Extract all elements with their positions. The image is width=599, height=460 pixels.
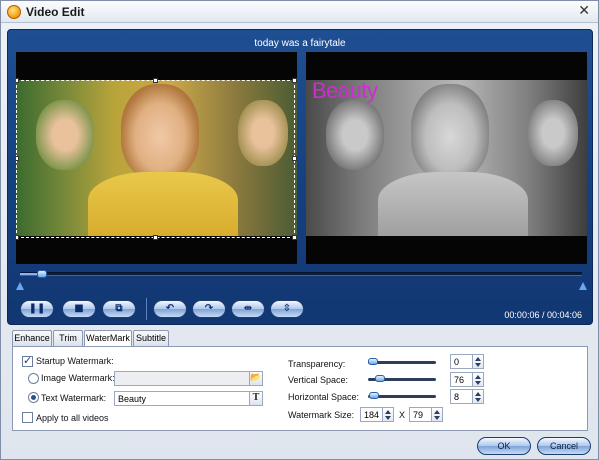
girl-figure-head — [411, 84, 489, 180]
watermark-panel: Startup Watermark: Image Watermark: 📂 Te… — [12, 346, 588, 431]
spin-up-icon[interactable] — [475, 357, 481, 361]
text-watermark-label: Text Watermark: — [41, 393, 107, 403]
image-watermark-path-input[interactable] — [114, 371, 250, 386]
flip-horizontal-button[interactable]: ⇹ — [231, 300, 265, 318]
snapshot-button[interactable]: ⧉ — [102, 300, 136, 318]
watermark-width-spinner[interactable] — [382, 407, 394, 422]
window-title: Video Edit — [26, 5, 85, 19]
vertical-space-slider-handle[interactable] — [374, 375, 385, 382]
text-watermark-input[interactable]: Beauty — [114, 391, 250, 406]
watermark-size-label: Watermark Size: — [288, 410, 355, 420]
trim-end-marker-icon[interactable] — [579, 282, 587, 290]
crop-handle-bottom-left[interactable] — [16, 235, 19, 240]
original-video-preview — [16, 52, 297, 264]
vertical-space-value-input[interactable]: 76 — [450, 372, 473, 387]
ok-button[interactable]: OK — [477, 437, 531, 455]
tab-watermark[interactable]: WaterMark — [84, 330, 132, 347]
flip-vertical-button[interactable]: ⇳ — [270, 300, 304, 318]
horizontal-space-slider-handle[interactable] — [369, 392, 380, 399]
rotate-right-button[interactable]: ↷ — [192, 300, 226, 318]
tab-subtitle[interactable]: Subtitle — [133, 330, 169, 346]
watermark-height-spinner[interactable] — [431, 407, 443, 422]
spin-down-icon[interactable] — [385, 416, 391, 420]
crop-selection-box[interactable] — [16, 78, 297, 240]
crop-handle-right[interactable] — [292, 156, 297, 161]
transparency-spinner[interactable] — [472, 354, 484, 369]
vertical-space-label: Vertical Space: — [288, 375, 349, 385]
startup-watermark-checkbox[interactable] — [22, 354, 33, 367]
horizontal-space-label: Horizontal Space: — [288, 392, 360, 402]
horizontal-space-spinner[interactable] — [472, 389, 484, 404]
tab-enhance[interactable]: Enhance — [12, 330, 52, 346]
rotate-right-icon: ↷ — [204, 303, 214, 314]
vertical-space-slider[interactable] — [368, 375, 436, 382]
spin-up-icon[interactable] — [475, 375, 481, 379]
transparency-slider[interactable] — [368, 358, 436, 365]
size-separator: X — [399, 410, 406, 420]
spin-down-icon[interactable] — [434, 416, 440, 420]
horizontal-space-value-input[interactable]: 8 — [450, 389, 473, 404]
pause-icon: ❚❚ — [28, 303, 46, 314]
watermark-width-input[interactable]: 184 — [360, 407, 383, 422]
pause-button[interactable]: ❚❚ — [20, 300, 54, 318]
transparency-label: Transparency: — [288, 359, 346, 369]
crop-handle-top[interactable] — [153, 78, 158, 83]
video-file-title: today was a fairytale — [254, 38, 346, 49]
font-settings-icon[interactable]: T — [249, 391, 263, 406]
preview-panel: today was a fairytale Beauty ❚❚ ■ ⧉ ↶ ↷ … — [7, 29, 593, 325]
spin-up-icon[interactable] — [434, 410, 440, 414]
spin-down-icon[interactable] — [475, 363, 481, 367]
background-child-right — [528, 100, 578, 166]
controls-divider — [146, 298, 147, 320]
flip-vertical-icon: ⇳ — [282, 303, 292, 314]
background-child-left — [326, 100, 384, 170]
spin-up-icon[interactable] — [475, 392, 481, 396]
stop-icon: ■ — [74, 303, 84, 314]
horizontal-space-slider[interactable] — [368, 392, 436, 399]
apply-all-label: Apply to all videos — [36, 413, 109, 423]
apply-all-checkbox[interactable] — [22, 412, 33, 423]
output-video-preview: Beauty — [306, 52, 587, 264]
rotate-left-button[interactable]: ↶ — [153, 300, 187, 318]
playback-progress-bar[interactable] — [20, 270, 582, 278]
browse-folder-icon[interactable]: 📂 — [249, 371, 263, 386]
crop-handle-bottom[interactable] — [153, 235, 158, 240]
watermark-preview-text: Beauty — [312, 78, 378, 103]
watermark-height-input[interactable]: 79 — [409, 407, 432, 422]
transparency-value-input[interactable]: 0 — [450, 354, 473, 369]
snapshot-icon: ⧉ — [115, 303, 123, 314]
vertical-space-spinner[interactable] — [472, 372, 484, 387]
playback-progress-handle[interactable] — [37, 270, 48, 278]
tab-trim[interactable]: Trim — [53, 330, 83, 346]
crop-handle-left[interactable] — [16, 156, 19, 161]
startup-watermark-label: Startup Watermark: — [36, 356, 114, 366]
spin-up-icon[interactable] — [385, 410, 391, 414]
flip-horizontal-icon: ⇹ — [243, 303, 253, 314]
stop-button[interactable]: ■ — [62, 300, 96, 318]
crop-handle-top-left[interactable] — [16, 78, 19, 83]
transparency-slider-handle[interactable] — [368, 358, 378, 365]
text-watermark-radio[interactable] — [28, 392, 39, 403]
video-edit-window: Video Edit ✕ today was a fairytale Beaut… — [0, 0, 599, 460]
playback-time: 00:00:06 / 00:04:06 — [504, 310, 582, 320]
rotate-left-icon: ↶ — [165, 303, 175, 314]
title-bar: Video Edit ✕ — [1, 1, 598, 23]
close-icon[interactable]: ✕ — [578, 3, 590, 19]
spin-down-icon[interactable] — [475, 381, 481, 385]
app-logo-icon — [7, 5, 21, 19]
girl-figure-body — [378, 172, 528, 236]
spin-down-icon[interactable] — [475, 398, 481, 402]
crop-handle-bottom-right[interactable] — [292, 235, 297, 240]
image-watermark-label: Image Watermark: — [41, 373, 115, 383]
image-watermark-radio[interactable] — [28, 373, 39, 384]
trim-start-marker-icon[interactable] — [16, 282, 24, 290]
cancel-button[interactable]: Cancel — [537, 437, 591, 455]
crop-handle-top-right[interactable] — [292, 78, 297, 83]
